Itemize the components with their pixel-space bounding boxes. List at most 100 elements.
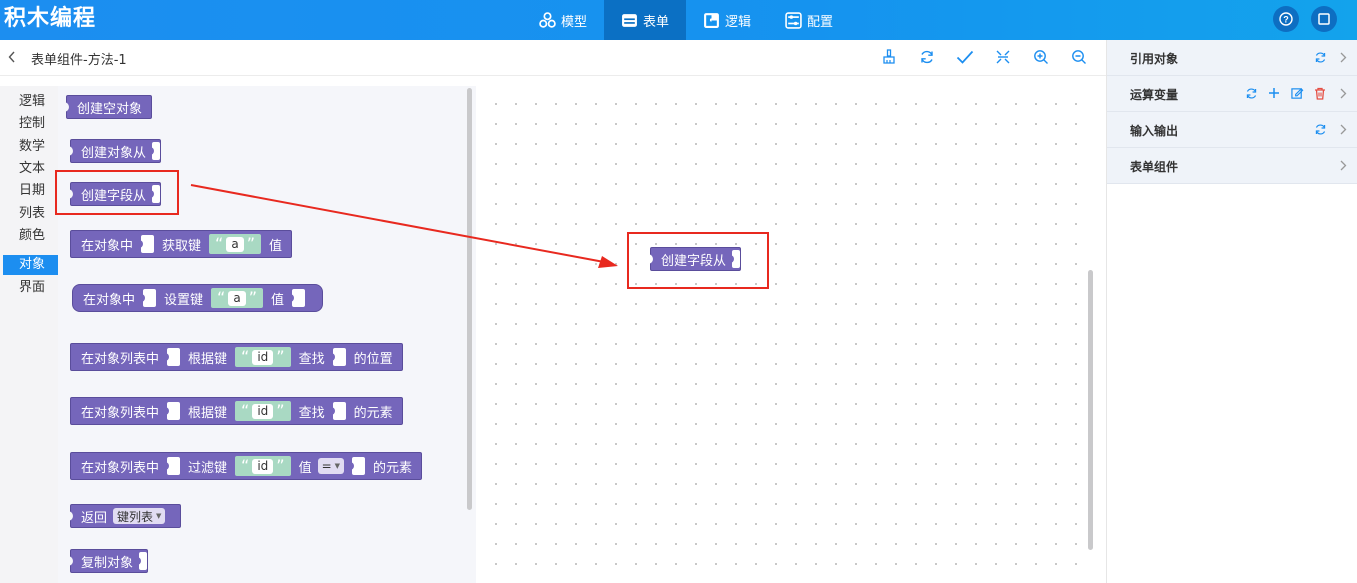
- zoom-out-button[interactable]: [1070, 48, 1088, 66]
- string-input[interactable]: “id”: [235, 401, 291, 421]
- chevron-right-icon[interactable]: [1336, 86, 1350, 100]
- category-logic[interactable]: 逻辑: [19, 94, 45, 110]
- nav-config[interactable]: 配置: [768, 0, 850, 40]
- input-slot[interactable]: [164, 402, 181, 420]
- operator-dropdown[interactable]: = ▼: [317, 458, 345, 474]
- block-find-element[interactable]: 在对象列表中 根据键 “id” 查找 的元素: [70, 397, 403, 425]
- input-slot[interactable]: [349, 457, 366, 475]
- block-create-empty-object[interactable]: 创建空对象: [63, 95, 153, 119]
- string-value[interactable]: id: [252, 403, 274, 419]
- category-ui[interactable]: 界面: [19, 280, 45, 296]
- category-object[interactable]: 对象: [3, 255, 58, 275]
- block-label: 设置键: [164, 292, 204, 308]
- back-chevron-icon[interactable]: [8, 51, 16, 63]
- clean-button[interactable]: [880, 48, 898, 66]
- input-slot[interactable]: [138, 235, 155, 253]
- form-icon: [622, 13, 637, 27]
- chevron-right-icon[interactable]: [1336, 50, 1350, 64]
- block-copy-object[interactable]: 复制对象: [67, 549, 149, 573]
- nav-model[interactable]: 模型: [522, 0, 604, 40]
- block-create-object-from[interactable]: 创建对象从: [67, 139, 162, 163]
- input-slot[interactable]: [329, 348, 346, 366]
- highlight-box-source: [55, 170, 179, 215]
- main-nav: 模型 表单 逻辑 配置: [522, 0, 850, 40]
- block-label: 在对象列表中: [81, 460, 160, 476]
- brush-icon: [883, 49, 895, 64]
- fullscreen-button[interactable]: [1311, 6, 1337, 32]
- chevron-right-icon[interactable]: [1336, 158, 1350, 172]
- flyout-scrollbar[interactable]: [467, 88, 472, 510]
- block-label: 根据键: [188, 351, 228, 367]
- category-date[interactable]: 日期: [19, 183, 45, 199]
- string-value[interactable]: a: [226, 236, 244, 252]
- string-input[interactable]: “a”: [209, 234, 261, 254]
- panel-section-variables[interactable]: 运算变量: [1107, 76, 1357, 112]
- nav-logic[interactable]: 逻辑: [686, 0, 768, 40]
- string-value[interactable]: id: [252, 349, 274, 365]
- workspace-canvas[interactable]: 创建字段从: [478, 86, 1094, 583]
- block-label: 返回: [81, 510, 108, 526]
- zoom-in-icon: [1034, 50, 1048, 64]
- block-label: 在对象列表中: [81, 405, 160, 421]
- svg-text:?: ?: [1283, 15, 1289, 25]
- input-slot[interactable]: [289, 289, 305, 307]
- category-math[interactable]: 数学: [19, 139, 45, 155]
- refresh-icon[interactable]: [1244, 86, 1258, 100]
- block-label: 值: [298, 460, 312, 476]
- canvas-scrollbar[interactable]: [1088, 270, 1093, 550]
- block-label: 在对象中: [83, 292, 136, 308]
- block-get-key[interactable]: 在对象中 获取键 “a” 值: [70, 230, 292, 258]
- input-slot[interactable]: [164, 457, 181, 475]
- dropdown-arrow-icon: ▼: [334, 462, 341, 470]
- cubes-icon: [539, 11, 556, 28]
- return-type-dropdown[interactable]: 键列表 ▼: [113, 508, 166, 524]
- highlight-box-target: [627, 232, 769, 289]
- input-slot[interactable]: [164, 348, 181, 366]
- panel-section-input-output[interactable]: 输入输出: [1107, 112, 1357, 148]
- puzzle-icon: [704, 12, 719, 28]
- section-label: 输入输出: [1130, 124, 1179, 138]
- collapse-button[interactable]: [994, 48, 1012, 66]
- edit-icon[interactable]: [1290, 86, 1304, 100]
- input-slot[interactable]: [140, 289, 157, 307]
- block-label: 创建空对象: [77, 101, 143, 117]
- block-filter-elements[interactable]: 在对象列表中 过滤键 “id” 值 = ▼ 的元素: [70, 452, 423, 480]
- string-value[interactable]: a: [228, 290, 246, 306]
- refresh-button[interactable]: [918, 48, 936, 66]
- block-set-key[interactable]: 在对象中 设置键 “a” 值: [72, 284, 323, 312]
- block-label: 的元素: [373, 460, 413, 476]
- save-check-button[interactable]: [956, 48, 974, 66]
- help-button[interactable]: ?: [1273, 6, 1299, 32]
- block-return-keys[interactable]: 返回 键列表 ▼: [67, 504, 182, 528]
- refresh-icon[interactable]: [1313, 50, 1327, 64]
- check-icon: [956, 50, 974, 64]
- block-label: 根据键: [188, 405, 228, 421]
- string-value[interactable]: id: [252, 458, 274, 474]
- block-label: 获取键: [162, 238, 202, 254]
- panel-section-referenced-objects[interactable]: 引用对象: [1107, 40, 1357, 76]
- nav-model-label: 模型: [561, 14, 588, 30]
- category-list[interactable]: 列表: [19, 206, 45, 222]
- plus-icon[interactable]: [1267, 86, 1281, 100]
- block-label: 的元素: [353, 405, 393, 421]
- category-text[interactable]: 文本: [19, 161, 45, 177]
- input-slot[interactable]: [329, 402, 346, 420]
- nav-form[interactable]: 表单: [604, 0, 687, 40]
- string-input[interactable]: “a”: [211, 288, 263, 308]
- canvas-toolbar: [880, 48, 1088, 66]
- block-flyout: 创建空对象 创建对象从 创建字段从 在对象中 获取键 “a” 值 在对象中 设置…: [58, 86, 476, 583]
- refresh-icon[interactable]: [1313, 122, 1327, 136]
- chevron-right-icon[interactable]: [1336, 122, 1350, 136]
- panel-section-form-components[interactable]: 表单组件: [1107, 148, 1357, 184]
- refresh-icon: [921, 50, 933, 64]
- string-input[interactable]: “id”: [235, 456, 291, 476]
- section-label: 表单组件: [1130, 160, 1179, 174]
- zoom-in-button[interactable]: [1032, 48, 1050, 66]
- string-input[interactable]: “id”: [235, 347, 291, 367]
- block-label: 值: [268, 238, 282, 254]
- help-icon: ?: [1279, 12, 1293, 26]
- block-find-position[interactable]: 在对象列表中 根据键 “id” 查找 的位置: [70, 343, 403, 371]
- category-control[interactable]: 控制: [19, 116, 45, 132]
- delete-icon[interactable]: [1313, 86, 1327, 100]
- category-color[interactable]: 颜色: [19, 228, 45, 244]
